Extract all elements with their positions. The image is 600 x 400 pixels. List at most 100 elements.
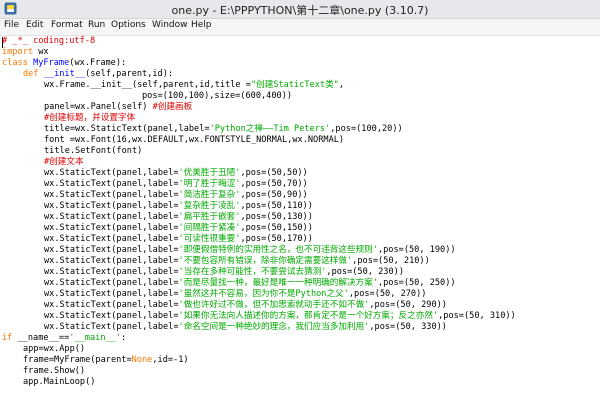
- string-text: '明了胜于晦涩': [178, 179, 241, 189]
- code-text: title.SetFont(font): [44, 146, 143, 156]
- code-text: wx.StaticText(panel,label=: [44, 234, 179, 244]
- string-text: '间隔胜于紧凑': [178, 223, 241, 233]
- code-text: ,pos=(50, 190)): [377, 245, 456, 255]
- code-line-7[interactable]: panel=wx.Panel(self) #创建画板: [44, 102, 192, 113]
- code-text: app=wx.App(): [23, 344, 86, 354]
- code-line-10[interactable]: font =wx.Font(16,wx.DEFAULT,wx.FONTSTYLE…: [44, 135, 344, 146]
- code-text: wx.Frame.__init__(self,parent,id,title =: [44, 80, 251, 90]
- statictext-line-8[interactable]: wx.StaticText(panel,label='即便假借特例的实用性之名，…: [44, 245, 456, 256]
- string-text: '不要包容所有错误，除非你确定需要这样做': [178, 256, 353, 266]
- statictext-line-3[interactable]: wx.StaticText(panel,label='简洁胜于复杂',pos=(…: [44, 190, 308, 201]
- code-line-29[interactable]: app=wx.App(): [23, 344, 85, 355]
- string-text: '优美胜于丑陋': [178, 168, 241, 178]
- menu-options[interactable]: Options: [111, 20, 146, 30]
- statictext-line-10[interactable]: wx.StaticText(panel,label='当存在多种可能性，不要尝试…: [44, 267, 404, 278]
- code-text: ,pos=(50,170)): [240, 234, 313, 244]
- menu-run[interactable]: Run: [88, 20, 105, 30]
- code-text: ,pos=(50,130)): [240, 212, 313, 222]
- code-text: ,pos=(50, 310)): [438, 311, 516, 321]
- keyword-text: class: [2, 58, 28, 68]
- function-name-text: __init__: [43, 69, 86, 79]
- code-text: pos=(100,100),size=(600,400)): [142, 91, 293, 101]
- window-title: one.py - E:\PPPYTHON\第十二章\one.py (3.10.7…: [171, 4, 429, 17]
- code-text: ,pos=(50, 330)): [369, 322, 447, 332]
- comment-text: #创建画板: [152, 102, 193, 112]
- comment-text: #创建文本: [44, 157, 84, 167]
- comment-text: # _*_ coding:utf-8: [2, 36, 96, 46]
- string-text: '做也许好过不做，但不加思索就动手还不如不做': [178, 300, 370, 310]
- code-line-12[interactable]: #创建文本: [44, 157, 84, 168]
- code-text: wx.StaticText(panel,label=: [44, 168, 179, 178]
- statictext-line-2[interactable]: wx.StaticText(panel,label='明了胜于晦涩',pos=(…: [44, 179, 308, 190]
- code-text: app.MainLoop(): [23, 377, 96, 387]
- statictext-line-13[interactable]: wx.StaticText(panel,label='做也许好过不做，但不加思索…: [44, 300, 447, 311]
- code-line-2[interactable]: import wx: [2, 47, 49, 58]
- string-text: '复杂胜于凌乱': [178, 201, 241, 211]
- code-line-31[interactable]: frame.Show(): [23, 366, 85, 377]
- menu-file[interactable]: File: [4, 20, 19, 30]
- code-text: frame.Show(): [23, 366, 86, 376]
- code-text: wx.StaticText(panel,label=: [44, 256, 179, 266]
- code-text: ,pos=(50,50)): [240, 168, 308, 178]
- code-text: wx.StaticText(panel,label=: [44, 267, 179, 277]
- code-line-28[interactable]: if __name__=='__main__':: [2, 333, 126, 344]
- code-text: ,pos=(50, 210)): [352, 256, 430, 266]
- code-text: wx.StaticText(panel,label=: [44, 289, 179, 299]
- keyword-text: def: [23, 69, 39, 79]
- code-line-6[interactable]: pos=(100,100),size=(600,400)): [142, 91, 292, 102]
- statictext-line-6[interactable]: wx.StaticText(panel,label='间隔胜于紧凑',pos=(…: [44, 223, 313, 234]
- menu-format[interactable]: Format: [51, 20, 83, 30]
- code-text: ,: [338, 80, 345, 90]
- code-text: :: [121, 333, 127, 343]
- code-line-5[interactable]: wx.Frame.__init__(self,parent,id,title =…: [44, 80, 344, 91]
- code-line-9[interactable]: title=wx.StaticText(panel,label='Python之…: [44, 124, 403, 135]
- code-line-30[interactable]: frame=MyFrame(parent=None,id=-1): [23, 355, 189, 366]
- statictext-line-15[interactable]: wx.StaticText(panel,label='命名空间是一种绝妙的理念，…: [44, 322, 447, 333]
- statictext-line-7[interactable]: wx.StaticText(panel,label='可读性很重要',pos=(…: [44, 234, 313, 245]
- code-text: wx.StaticText(panel,label=: [44, 201, 179, 211]
- code-text: ,pos=(50,70)): [240, 179, 308, 189]
- code-text: __name__==: [12, 333, 70, 343]
- statictext-line-9[interactable]: wx.StaticText(panel,label='不要包容所有错误，除非你确…: [44, 256, 430, 267]
- keyword-text: if: [2, 333, 13, 343]
- code-line-8[interactable]: #创建标题，并设置字体: [44, 113, 135, 124]
- code-text: (self,parent,id):: [85, 69, 174, 79]
- statictext-line-14[interactable]: wx.StaticText(panel,label='如果你无法向人描述你的方案…: [44, 311, 516, 322]
- keyword-text: None: [131, 355, 153, 365]
- code-text: panel=wx.Panel(self): [44, 102, 148, 112]
- code-text: ,pos=(50, 250)): [377, 278, 456, 288]
- code-text: wx.StaticText(panel,label=: [44, 300, 179, 310]
- menu-help[interactable]: Help: [191, 20, 212, 30]
- statictext-line-12[interactable]: wx.StaticText(panel,label='虽然这并不容易，因为你不是…: [44, 289, 426, 300]
- string-text: '扁平胜于嵌套': [178, 212, 241, 222]
- string-text: '简洁胜于复杂': [178, 190, 241, 200]
- code-line-11[interactable]: title.SetFont(font): [44, 146, 142, 157]
- code-text: title=wx.StaticText(panel,label=: [44, 124, 210, 134]
- string-text: 'Python之禅——Tim Peters': [209, 124, 331, 134]
- code-text: ,pos=(50, 290)): [369, 300, 447, 310]
- menu-edit[interactable]: Edit: [26, 20, 43, 30]
- code-text: ,pos=(50,110)): [240, 201, 313, 211]
- string-text: "创建StaticText类": [250, 80, 339, 90]
- code-text: font =wx.Font(16,wx.DEFAULT,wx.FONTSTYLE…: [44, 135, 345, 145]
- title-bar[interactable]: one.py - E:\PPPYTHON\第十二章\one.py (3.10.7…: [0, 0, 600, 19]
- code-editor[interactable]: # _*_ coding:utf-8 import wx class MyFra…: [0, 36, 600, 400]
- code-text: wx.StaticText(panel,label=: [44, 190, 179, 200]
- code-line-32[interactable]: app.MainLoop(): [23, 377, 95, 388]
- code-text: (wx.Frame):: [69, 58, 127, 68]
- statictext-line-4[interactable]: wx.StaticText(panel,label='复杂胜于凌乱',pos=(…: [44, 201, 313, 212]
- menu-window[interactable]: Window: [152, 20, 188, 30]
- code-text: wx.StaticText(panel,label=: [44, 212, 179, 222]
- statictext-line-1[interactable]: wx.StaticText(panel,label='优美胜于丑陋',pos=(…: [44, 168, 308, 179]
- statictext-line-5[interactable]: wx.StaticText(panel,label='扁平胜于嵌套',pos=(…: [44, 212, 313, 223]
- code-text: ,pos=(50, 270)): [348, 289, 427, 299]
- keyword-text: import: [2, 47, 34, 57]
- string-text: '可读性很重要': [178, 234, 241, 244]
- class-name-text: MyFrame: [33, 58, 70, 68]
- code-line-4[interactable]: def __init__(self,parent,id):: [23, 69, 173, 80]
- code-line-3[interactable]: class MyFrame(wx.Frame):: [2, 58, 126, 69]
- statictext-line-11[interactable]: wx.StaticText(panel,label='而是尽量找一种，最好是唯一…: [44, 278, 456, 289]
- code-text: wx.StaticText(panel,label=: [44, 278, 179, 288]
- code-line-1[interactable]: # _*_ coding:utf-8: [2, 36, 95, 47]
- code-text: wx.StaticText(panel,label=: [44, 311, 179, 321]
